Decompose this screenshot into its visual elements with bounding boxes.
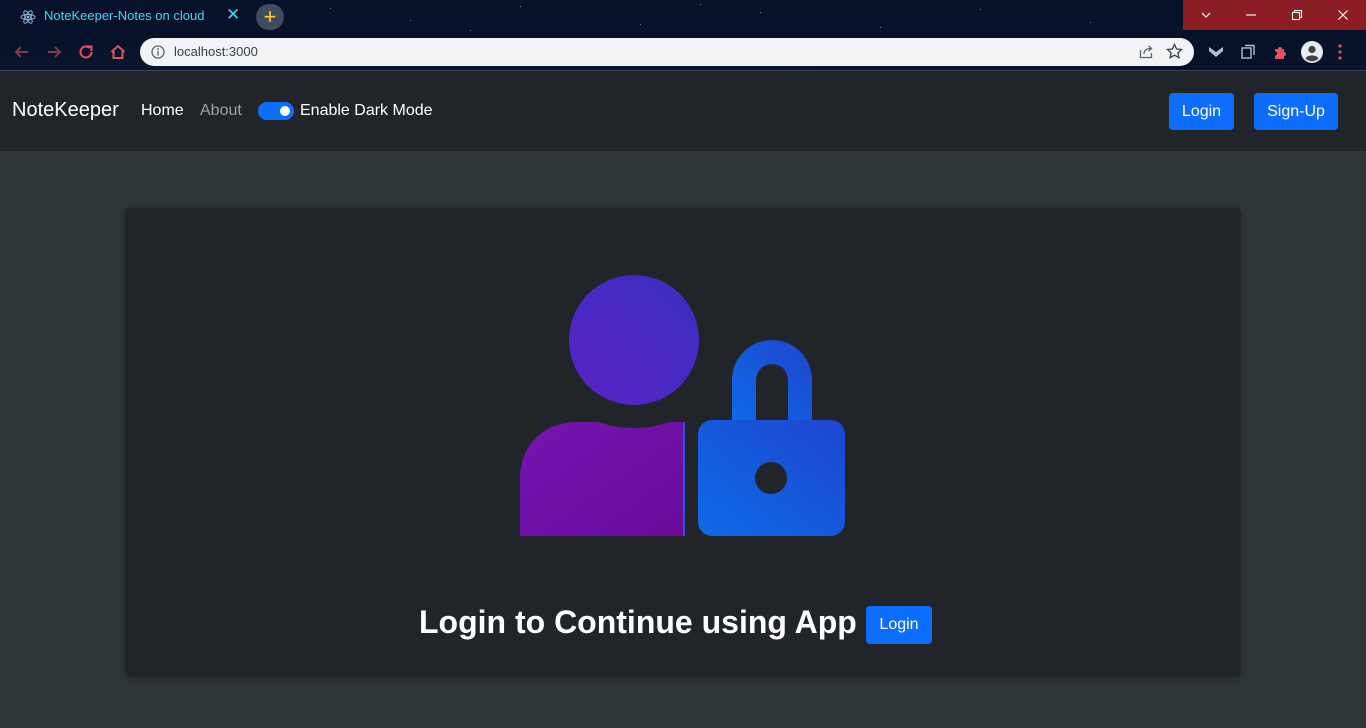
navbar-signup-button[interactable]: Sign-Up [1254, 93, 1338, 130]
star-icon[interactable] [1166, 43, 1183, 60]
profile-icon[interactable] [1301, 41, 1323, 63]
address-bar[interactable]: localhost:3000 [140, 38, 1194, 66]
browser-tab[interactable]: NoteKeeper-Notes on cloud ✕ [8, 0, 248, 33]
user-lock-icon [520, 275, 845, 536]
chevron-down-icon[interactable] [1183, 0, 1229, 30]
browser-chrome: NoteKeeper-Notes on cloud ✕ + localhost:… [0, 0, 1366, 70]
home-icon[interactable] [108, 42, 128, 62]
restore-icon[interactable] [1274, 0, 1320, 30]
app-navbar: NoteKeeper Home About Enable Dark Mode L… [0, 71, 1366, 151]
dark-mode-label[interactable]: Enable Dark Mode [300, 102, 433, 120]
nav-home-link[interactable]: Home [141, 102, 184, 120]
url-text[interactable]: localhost:3000 [174, 44, 258, 59]
share-icon[interactable] [1138, 44, 1154, 60]
login-button[interactable]: Login [866, 606, 932, 644]
close-window-icon[interactable] [1320, 0, 1366, 30]
info-icon[interactable] [151, 45, 165, 59]
puzzle-icon[interactable] [1270, 42, 1290, 62]
menu-icon[interactable] [1334, 42, 1346, 62]
dark-mode-toggle[interactable] [258, 102, 294, 120]
extension-icon[interactable] [1206, 42, 1226, 62]
react-favicon-icon [20, 10, 36, 24]
close-icon[interactable]: ✕ [226, 5, 240, 25]
plus-icon[interactable]: + [256, 4, 284, 30]
tab-title: NoteKeeper-Notes on cloud [44, 8, 205, 23]
forward-icon[interactable] [44, 42, 64, 62]
nav-about-link[interactable]: About [200, 102, 242, 120]
toggle-knob [280, 106, 290, 116]
reading-list-icon[interactable] [1238, 42, 1258, 62]
back-icon[interactable] [12, 42, 32, 62]
navbar-login-button[interactable]: Login [1169, 93, 1234, 130]
login-message: Login to Continue using App [419, 604, 857, 640]
reload-icon[interactable] [76, 42, 96, 62]
minimize-icon[interactable] [1228, 0, 1274, 30]
login-prompt-card: Login to Continue using App Login [125, 208, 1241, 677]
navbar-brand[interactable]: NoteKeeper [12, 99, 119, 122]
